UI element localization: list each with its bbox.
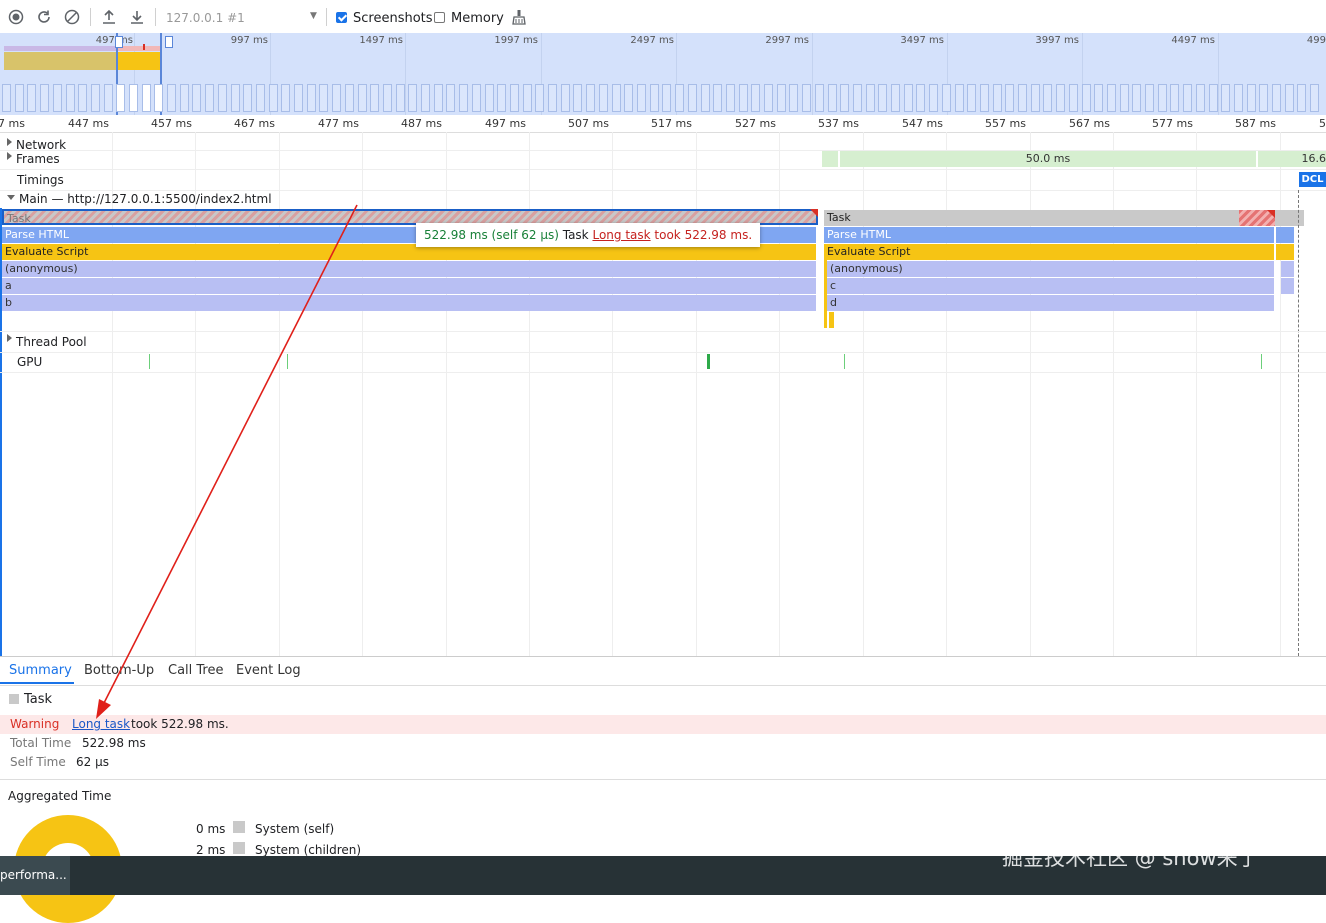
taskbar-item[interactable]: performa... <box>0 856 70 895</box>
watermark: 掘金技术社区 @ snow来了 <box>1002 846 1259 870</box>
annotation-arrow <box>96 204 358 719</box>
